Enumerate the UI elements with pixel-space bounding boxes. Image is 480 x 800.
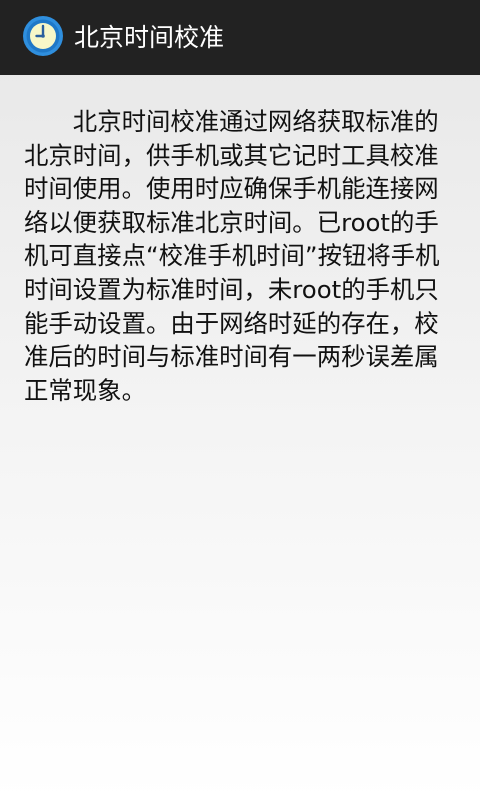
description-text: 北京时间校准通过网络获取标准的北京时间，供手机或其它记时工具校准时间使用。使用时… (24, 107, 440, 405)
clock-icon[interactable] (22, 15, 64, 57)
description-container: 北京时间校准通过网络获取标准的北京时间，供手机或其它记时工具校准时间使用。使用时… (24, 105, 450, 407)
action-bar: 北京时间校准 (0, 0, 480, 75)
app-title: 北京时间校准 (74, 23, 225, 52)
